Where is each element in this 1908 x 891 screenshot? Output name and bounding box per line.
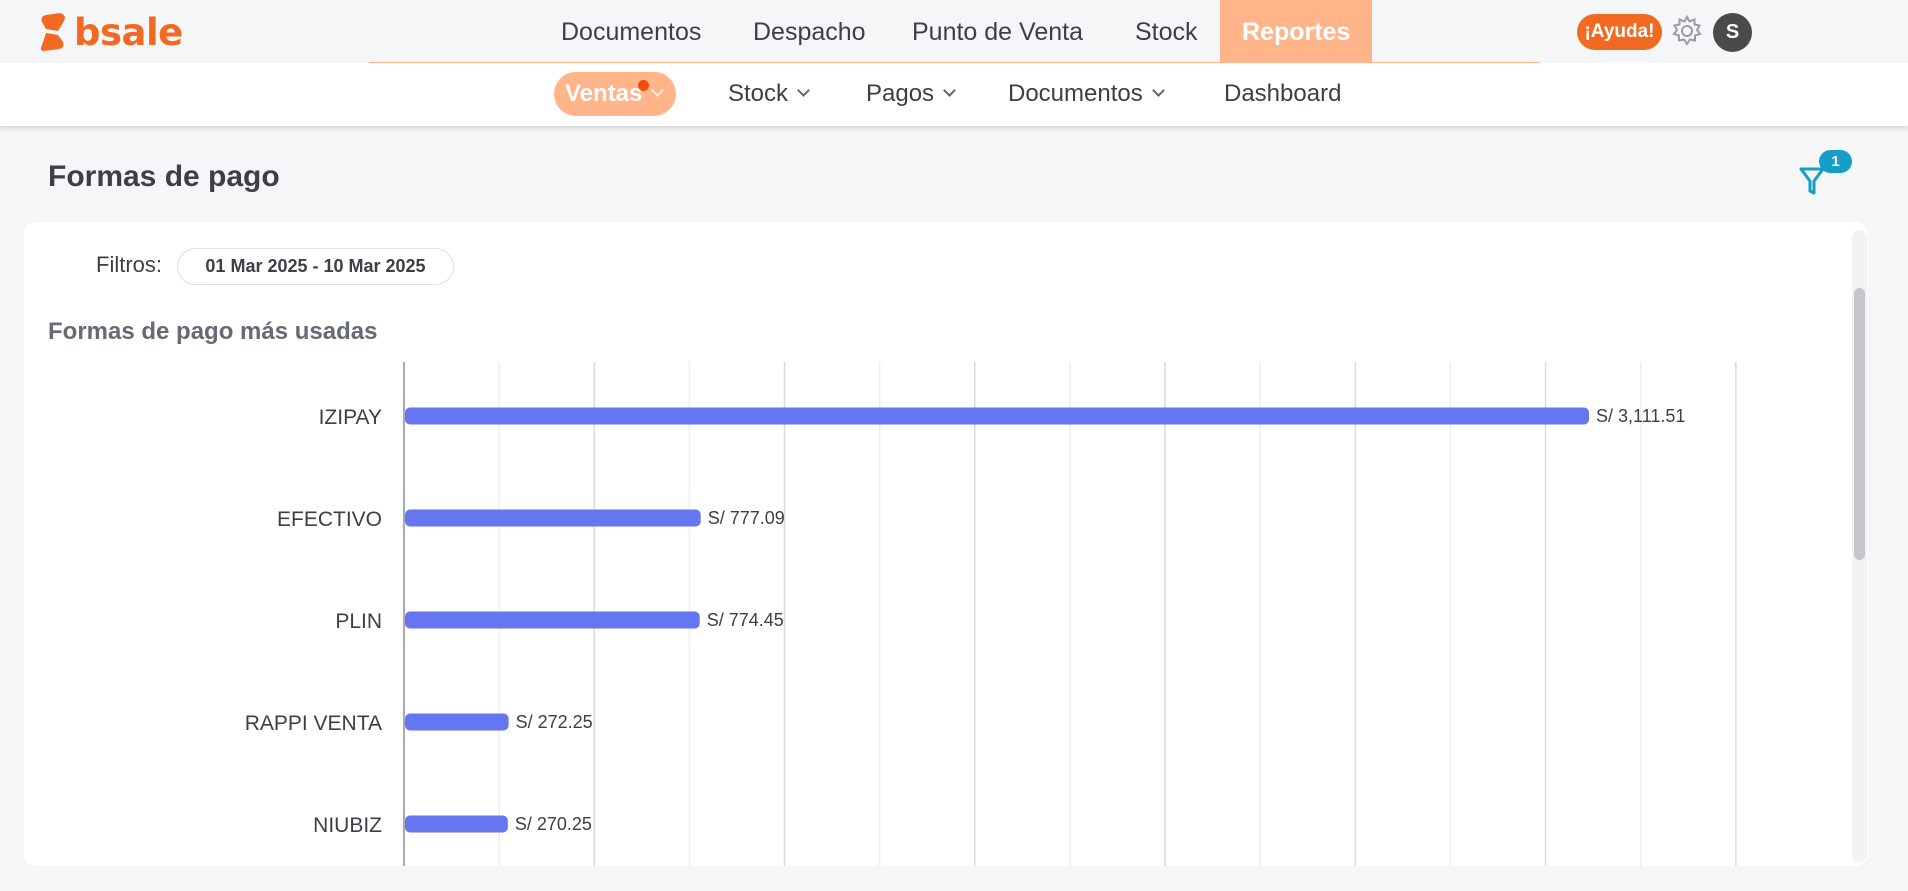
value-label: S/ 3,111.51 bbox=[1596, 406, 1685, 426]
subnav-documentos-label: Documentos bbox=[1008, 80, 1143, 107]
subnav-ventas-label: Ventas bbox=[565, 80, 643, 107]
category-label: EFECTIVO bbox=[277, 508, 382, 531]
bar[interactable] bbox=[405, 611, 700, 629]
report-card: Filtros: 01 Mar 2025 - 10 Mar 2025 Forma… bbox=[24, 222, 1868, 866]
sub-nav-bar: Ventas Stock Pagos Documentos Dashboard bbox=[0, 63, 1908, 126]
main-nav: Documentos Despacho Punto de Venta Stock… bbox=[369, 0, 1540, 65]
bsale-logo[interactable]: bsale bbox=[38, 10, 183, 54]
value-label: S/ 270.25 bbox=[515, 814, 592, 834]
subnav-stock-label: Stock bbox=[728, 80, 789, 107]
payment-methods-chart: IZIPAY S/ 3,111.51 EFECTIVO S/ 777.09 PLIN S/… bbox=[245, 362, 1737, 866]
logo-text: bsale bbox=[74, 10, 183, 54]
bsale-logo-icon bbox=[40, 13, 65, 51]
category-label: IZIPAY bbox=[319, 406, 382, 429]
page-title: Formas de pago bbox=[48, 160, 280, 193]
category-label: RAPPI VENTA bbox=[245, 712, 382, 735]
chevron-down-icon bbox=[797, 84, 810, 97]
gear-icon[interactable] bbox=[1670, 14, 1704, 48]
value-label: S/ 777.09 bbox=[708, 508, 785, 528]
subnav-stock[interactable]: Stock bbox=[728, 72, 810, 116]
chevron-down-icon bbox=[943, 84, 956, 97]
filter-count-badge: 1 bbox=[1819, 150, 1852, 173]
top-bar: bsale Documentos Despacho Punto de Venta… bbox=[0, 0, 1908, 65]
chart-title: Formas de pago más usadas bbox=[48, 318, 378, 345]
nav-despacho[interactable]: Despacho bbox=[753, 0, 866, 62]
subnav-pagos-label: Pagos bbox=[866, 80, 935, 107]
value-label: S/ 272.25 bbox=[516, 712, 593, 732]
bar[interactable] bbox=[405, 815, 508, 833]
subnav-pagos[interactable]: Pagos bbox=[866, 72, 956, 116]
help-button[interactable]: ¡Ayuda! bbox=[1577, 14, 1662, 50]
value-label: S/ 774.45 bbox=[707, 610, 784, 630]
nav-documentos[interactable]: Documentos bbox=[561, 0, 701, 62]
category-label: NIUBIZ bbox=[313, 814, 382, 837]
notification-dot bbox=[638, 80, 649, 91]
subnav-documentos[interactable]: Documentos bbox=[1008, 72, 1165, 116]
nav-stock[interactable]: Stock bbox=[1135, 0, 1198, 62]
chevron-down-icon bbox=[1151, 84, 1165, 97]
nav-reportes[interactable]: Reportes bbox=[1220, 0, 1373, 62]
subnav-dashboard-label: Dashboard bbox=[1224, 80, 1342, 107]
bar[interactable] bbox=[405, 407, 1589, 425]
bar[interactable] bbox=[405, 713, 509, 731]
nav-punto-de-venta[interactable]: Punto de Venta bbox=[912, 0, 1083, 62]
filter-button[interactable]: 1 bbox=[1797, 150, 1852, 200]
scrollbar-thumb[interactable] bbox=[1854, 288, 1865, 560]
filters-label: Filtros: bbox=[96, 252, 162, 277]
chevron-down-icon bbox=[651, 84, 665, 97]
user-avatar[interactable]: S bbox=[1713, 13, 1752, 52]
date-range-chip[interactable]: 01 Mar 2025 - 10 Mar 2025 bbox=[177, 248, 454, 285]
subnav-ventas[interactable]: Ventas bbox=[554, 72, 677, 116]
subnav-dashboard[interactable]: Dashboard bbox=[1224, 72, 1341, 116]
bar[interactable] bbox=[405, 509, 701, 527]
category-label: PLIN bbox=[335, 610, 382, 633]
